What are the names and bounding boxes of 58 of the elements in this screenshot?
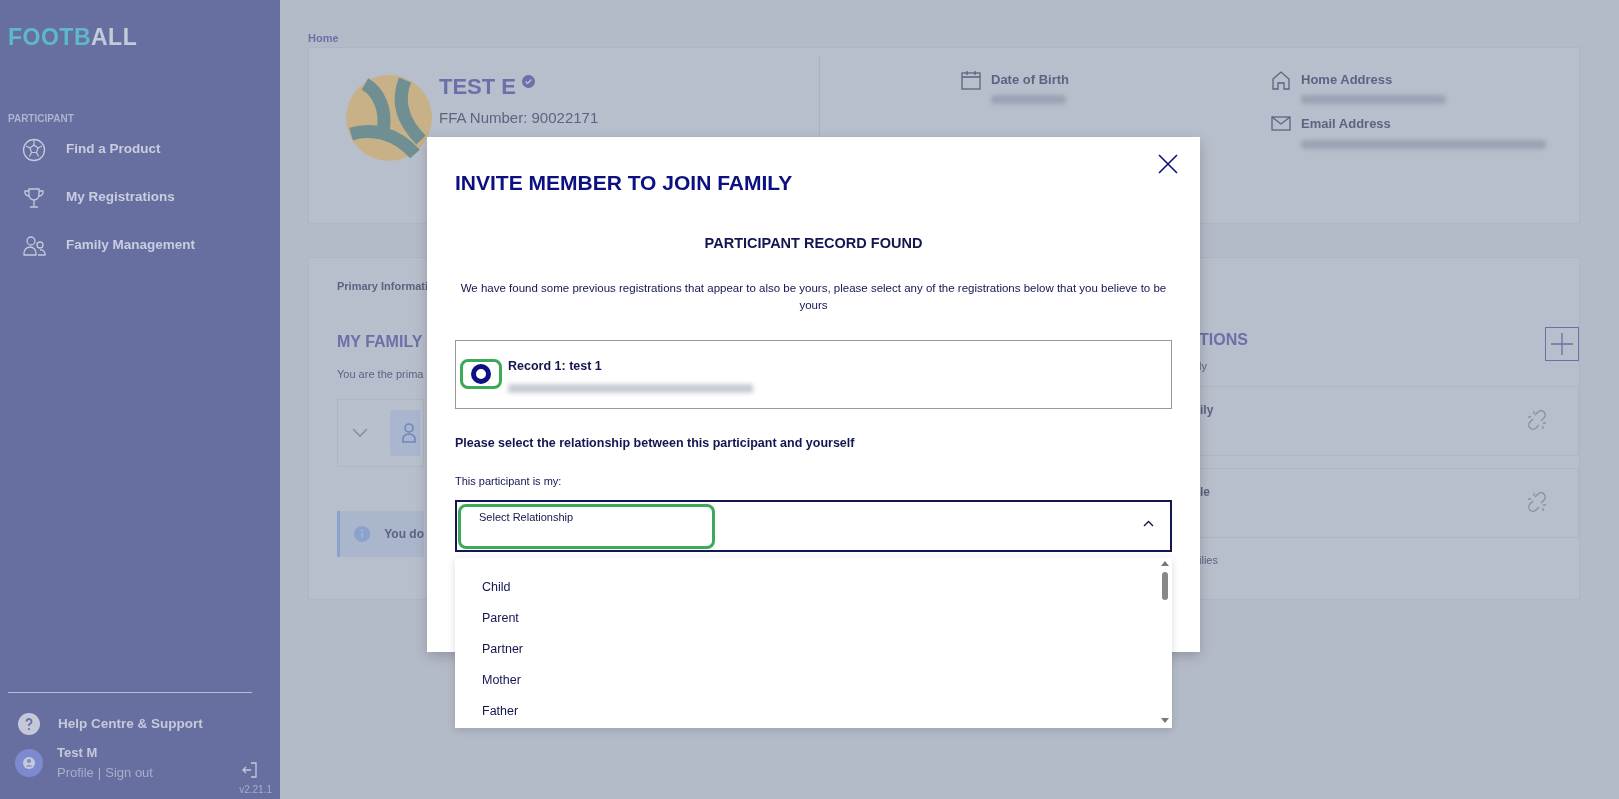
body-text: You are the prima bbox=[337, 367, 425, 382]
profile-link[interactable]: Profile bbox=[57, 762, 94, 782]
dropdown-option[interactable]: Father bbox=[455, 701, 1172, 733]
info-alert: You do bbox=[337, 510, 424, 557]
field-label: Date of Birth bbox=[991, 70, 1069, 89]
field-label: Home Address bbox=[1301, 70, 1394, 89]
dialog-title: INVITE MEMBER TO JOIN FAMILY bbox=[455, 170, 794, 196]
broken-link-icon bbox=[1526, 491, 1548, 513]
dropdown-option[interactable]: Child bbox=[455, 577, 1172, 609]
info-icon bbox=[354, 524, 371, 543]
close-icon bbox=[1158, 153, 1178, 174]
family-card[interactable]: ily bbox=[1199, 386, 1579, 456]
section-heading: TIONS bbox=[1199, 329, 1248, 350]
question-text: Please select the relationship between this participant and yourself bbox=[455, 435, 856, 453]
dialog-subtitle: PARTICIPANT RECORD FOUND bbox=[703, 233, 924, 253]
ffa-number: FFA Number: 90022171 bbox=[439, 107, 600, 128]
chevron-down-icon bbox=[352, 427, 368, 438]
family-card[interactable]: le bbox=[1199, 468, 1579, 538]
plus-icon bbox=[1551, 332, 1573, 355]
caret-up-icon bbox=[1143, 519, 1154, 527]
card-title: le bbox=[1200, 484, 1210, 501]
nav-item[interactable]: My Registrations bbox=[8, 173, 272, 222]
add-button[interactable] bbox=[1545, 326, 1579, 361]
separator-text: | bbox=[97, 763, 102, 782]
section-label: PARTICIPANT bbox=[8, 111, 75, 126]
radio-button[interactable] bbox=[471, 364, 491, 385]
section-heading: MY FAMILY bbox=[337, 332, 423, 352]
help-icon bbox=[18, 713, 40, 735]
record-title: Record 1: test 1 bbox=[508, 358, 603, 376]
dropdown-option[interactable]: Parent bbox=[455, 608, 1172, 640]
message-text: We have found some previous registrations that appear to also be yours, please select any of the registrations below that you believe to be yours bbox=[459, 281, 1168, 314]
user-name: Test M bbox=[57, 744, 99, 762]
mail-icon bbox=[1271, 114, 1291, 132]
logo[interactable]: FOOTBALL bbox=[8, 20, 272, 55]
nav-item[interactable]: Find a Product bbox=[8, 125, 272, 174]
calendar-icon bbox=[961, 69, 981, 90]
field-label: This participant is my: bbox=[455, 474, 563, 489]
breadcrumb-link[interactable]: Home bbox=[308, 30, 1580, 47]
card-title: ily bbox=[1200, 402, 1214, 419]
dropdown-option[interactable]: Mother bbox=[455, 670, 1172, 702]
broken-link-icon bbox=[1526, 409, 1548, 431]
soccer-ball-icon bbox=[22, 137, 46, 162]
body-text: ly bbox=[1199, 358, 1208, 374]
dropdown-option[interactable]: Partner bbox=[455, 639, 1172, 671]
profile-name: TEST E bbox=[439, 72, 516, 101]
avatar-icon bbox=[15, 748, 43, 777]
help-link[interactable]: Help Centre & Support bbox=[8, 713, 272, 735]
field-label: Email Address bbox=[1301, 115, 1392, 133]
body-text: ilies bbox=[1199, 553, 1219, 568]
sign-out-link[interactable]: Sign out bbox=[105, 762, 153, 782]
select-placeholder: Select Relationship bbox=[458, 503, 715, 549]
version-text: v2.21.1 bbox=[238, 783, 272, 797]
trophy-icon bbox=[22, 185, 46, 210]
home-icon bbox=[1271, 69, 1291, 90]
people-icon bbox=[22, 233, 46, 258]
nav-item[interactable]: Family Management bbox=[8, 221, 272, 270]
sign-out-icon bbox=[240, 760, 258, 779]
record-option[interactable]: Record 1: test 1 bbox=[455, 340, 1172, 410]
